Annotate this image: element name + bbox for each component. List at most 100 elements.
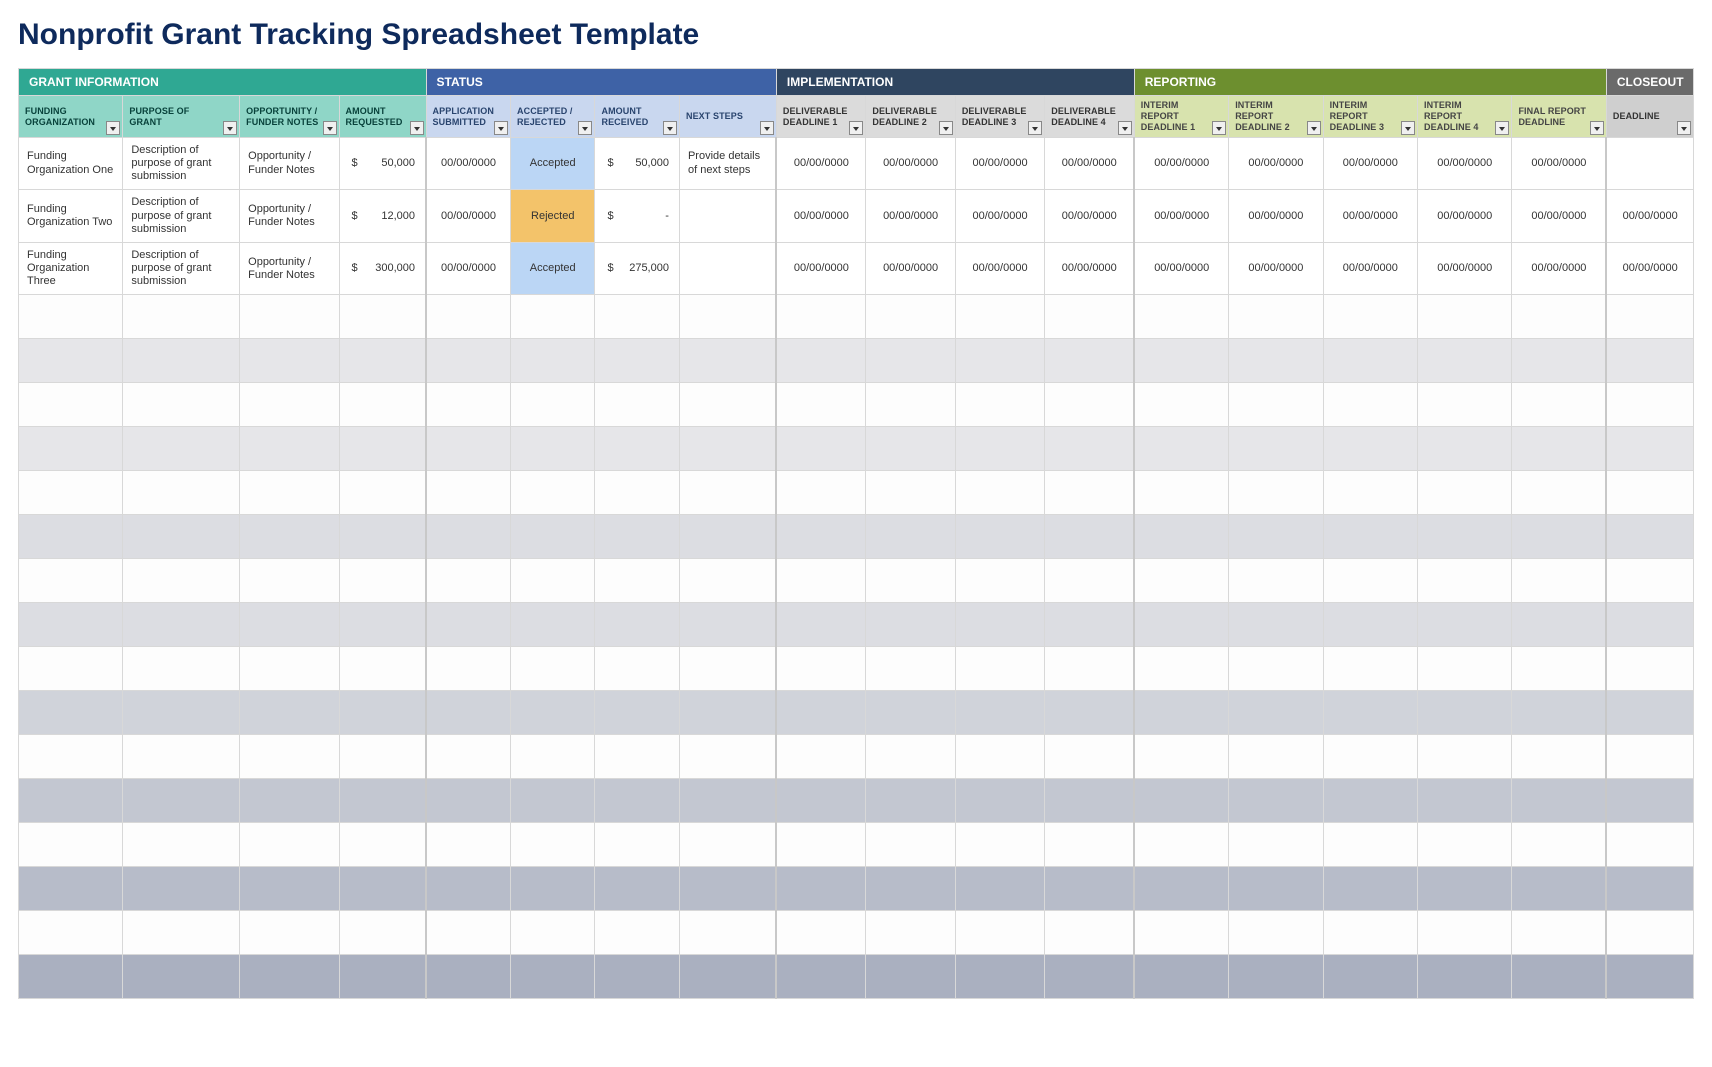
cell-empty[interactable] xyxy=(339,339,426,383)
cell-empty[interactable] xyxy=(1045,691,1134,735)
cell-empty[interactable] xyxy=(955,867,1044,911)
cell-empty[interactable] xyxy=(1323,427,1417,471)
cell-empty[interactable] xyxy=(1606,515,1693,559)
cell-empty[interactable] xyxy=(511,955,595,999)
cell-date[interactable]: 00/00/0000 xyxy=(776,242,865,295)
filter-dropdown-icon[interactable] xyxy=(1401,121,1415,135)
cell-empty[interactable] xyxy=(339,383,426,427)
cell-next-steps[interactable] xyxy=(679,190,776,243)
cell-empty[interactable] xyxy=(426,823,510,867)
cell-empty[interactable] xyxy=(426,295,510,339)
cell-empty[interactable] xyxy=(240,691,339,735)
cell-app-submitted[interactable]: 00/00/0000 xyxy=(426,242,510,295)
cell-date[interactable]: 00/00/0000 xyxy=(1134,190,1228,243)
cell-empty[interactable] xyxy=(511,427,595,471)
cell-empty[interactable] xyxy=(679,867,776,911)
filter-dropdown-icon[interactable] xyxy=(410,121,424,135)
table-row[interactable] xyxy=(19,779,1694,823)
cell-empty[interactable] xyxy=(240,867,339,911)
cell-empty[interactable] xyxy=(595,911,679,955)
cell-date[interactable]: 00/00/0000 xyxy=(1134,137,1228,190)
cell-empty[interactable] xyxy=(1045,339,1134,383)
cell-empty[interactable] xyxy=(679,339,776,383)
colheader-interim1[interactable]: INTERIM REPORT DEADLINE 1 xyxy=(1134,96,1228,137)
table-row[interactable]: Funding Organization ThreeDescription of… xyxy=(19,242,1694,295)
table-row[interactable] xyxy=(19,691,1694,735)
cell-empty[interactable] xyxy=(19,383,123,427)
cell-empty[interactable] xyxy=(1045,515,1134,559)
cell-empty[interactable] xyxy=(1418,471,1512,515)
cell-empty[interactable] xyxy=(511,911,595,955)
table-row[interactable] xyxy=(19,911,1694,955)
cell-empty[interactable] xyxy=(866,779,955,823)
cell-empty[interactable] xyxy=(1323,911,1417,955)
cell-empty[interactable] xyxy=(595,603,679,647)
cell-empty[interactable] xyxy=(1418,295,1512,339)
cell-empty[interactable] xyxy=(1512,823,1606,867)
cell-date[interactable]: 00/00/0000 xyxy=(955,190,1044,243)
cell-empty[interactable] xyxy=(511,647,595,691)
cell-empty[interactable] xyxy=(776,515,865,559)
cell-date[interactable] xyxy=(1606,137,1693,190)
cell-empty[interactable] xyxy=(866,471,955,515)
cell-empty[interactable] xyxy=(1512,911,1606,955)
cell-empty[interactable] xyxy=(426,471,510,515)
colheader-deliv3[interactable]: DELIVERABLE DEADLINE 3 xyxy=(955,96,1044,137)
table-row[interactable] xyxy=(19,603,1694,647)
cell-empty[interactable] xyxy=(955,691,1044,735)
cell-empty[interactable] xyxy=(1134,691,1228,735)
cell-empty[interactable] xyxy=(123,603,240,647)
cell-empty[interactable] xyxy=(1229,823,1323,867)
cell-empty[interactable] xyxy=(1512,515,1606,559)
cell-empty[interactable] xyxy=(1418,339,1512,383)
filter-dropdown-icon[interactable] xyxy=(1028,121,1042,135)
cell-empty[interactable] xyxy=(1606,691,1693,735)
cell-empty[interactable] xyxy=(339,471,426,515)
cell-empty[interactable] xyxy=(955,955,1044,999)
cell-empty[interactable] xyxy=(1418,427,1512,471)
cell-empty[interactable] xyxy=(595,471,679,515)
cell-empty[interactable] xyxy=(1418,911,1512,955)
cell-empty[interactable] xyxy=(19,603,123,647)
cell-empty[interactable] xyxy=(240,779,339,823)
cell-empty[interactable] xyxy=(511,823,595,867)
cell-opportunity[interactable]: Opportunity / Funder Notes xyxy=(240,137,339,190)
cell-empty[interactable] xyxy=(1134,603,1228,647)
cell-empty[interactable] xyxy=(955,559,1044,603)
cell-date[interactable]: 00/00/0000 xyxy=(1229,190,1323,243)
cell-empty[interactable] xyxy=(1229,691,1323,735)
cell-empty[interactable] xyxy=(679,471,776,515)
cell-date[interactable]: 00/00/0000 xyxy=(1323,242,1417,295)
cell-empty[interactable] xyxy=(595,647,679,691)
cell-empty[interactable] xyxy=(426,515,510,559)
cell-empty[interactable] xyxy=(1134,735,1228,779)
cell-empty[interactable] xyxy=(426,867,510,911)
colheader-amount_recv[interactable]: AMOUNT RECEIVED xyxy=(595,96,679,137)
cell-empty[interactable] xyxy=(123,427,240,471)
cell-empty[interactable] xyxy=(1512,471,1606,515)
cell-empty[interactable] xyxy=(240,515,339,559)
cell-empty[interactable] xyxy=(240,471,339,515)
cell-empty[interactable] xyxy=(1606,603,1693,647)
cell-empty[interactable] xyxy=(511,339,595,383)
table-row[interactable] xyxy=(19,735,1694,779)
cell-date[interactable]: 00/00/0000 xyxy=(955,137,1044,190)
filter-dropdown-icon[interactable] xyxy=(849,121,863,135)
cell-empty[interactable] xyxy=(679,691,776,735)
colheader-next_steps[interactable]: NEXT STEPS xyxy=(679,96,776,137)
cell-date[interactable]: 00/00/0000 xyxy=(776,190,865,243)
cell-empty[interactable] xyxy=(123,779,240,823)
colheader-opportunity[interactable]: OPPORTUNITY / FUNDER NOTES xyxy=(240,96,339,137)
cell-empty[interactable] xyxy=(595,383,679,427)
cell-empty[interactable] xyxy=(866,735,955,779)
cell-empty[interactable] xyxy=(595,691,679,735)
cell-empty[interactable] xyxy=(955,647,1044,691)
cell-empty[interactable] xyxy=(1134,911,1228,955)
cell-empty[interactable] xyxy=(426,691,510,735)
cell-empty[interactable] xyxy=(1512,955,1606,999)
cell-empty[interactable] xyxy=(776,383,865,427)
cell-empty[interactable] xyxy=(19,647,123,691)
cell-empty[interactable] xyxy=(1512,427,1606,471)
cell-empty[interactable] xyxy=(19,339,123,383)
cell-empty[interactable] xyxy=(1229,603,1323,647)
